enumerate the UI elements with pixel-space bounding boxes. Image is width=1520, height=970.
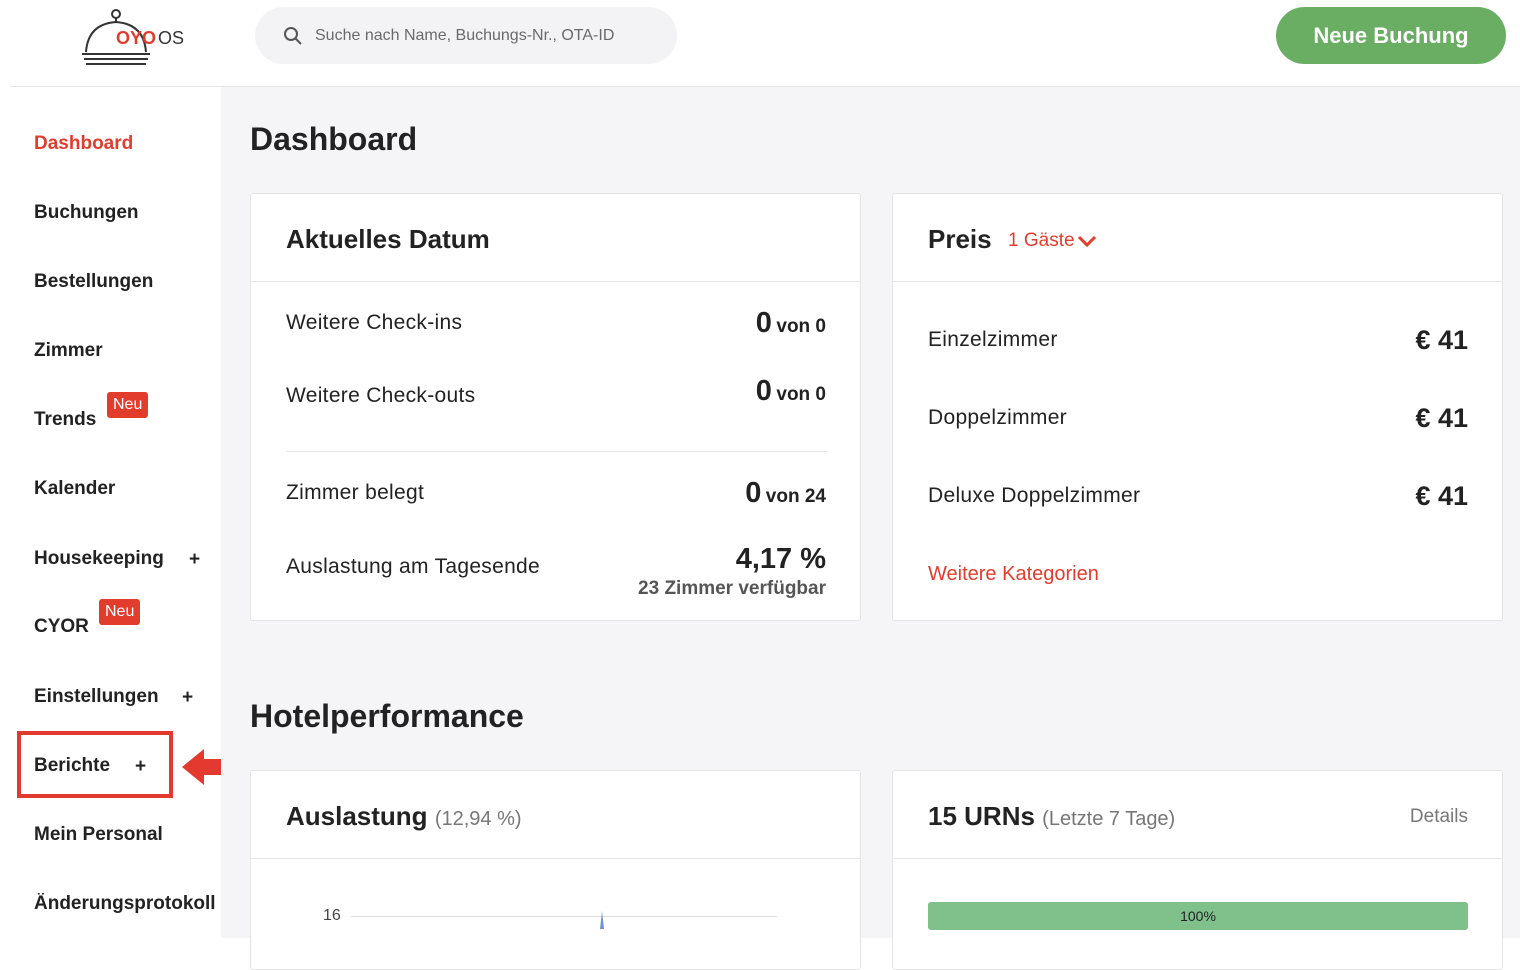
card-header: Preis 1 Gäste	[893, 194, 1502, 282]
new-badge-trends: Neu	[107, 392, 149, 418]
y-axis-tick: 16	[323, 907, 341, 924]
sidebar-item-cyor[interactable]: CYOR	[34, 616, 89, 638]
sidebar: Dashboard Buchungen Bestellungen Zimmer …	[0, 87, 221, 938]
guests-label: 1 Gäste	[1008, 230, 1075, 251]
more-categories-link[interactable]: Weitere Kategorien	[928, 563, 1099, 586]
urn-card: 15 URNs (Letzte 7 Tage) Details 100%	[892, 770, 1503, 970]
details-link[interactable]: Details	[1410, 806, 1468, 828]
rooms-occupied-value: 0 von 24	[745, 477, 826, 510]
occupancy-title: Auslastung	[286, 801, 428, 831]
chart-peak-line	[600, 911, 604, 929]
urn-period: (Letzte 7 Tage)	[1042, 808, 1176, 830]
top-bar: OYOOS Neue Buchung	[0, 0, 1520, 86]
logo-text[interactable]: OYO OS	[116, 28, 184, 49]
rooms-total: von 24	[765, 486, 826, 507]
search-input[interactable]	[315, 26, 675, 45]
rooms-available: 23 Zimmer verfügbar	[638, 578, 826, 599]
new-booking-button[interactable]: Neue Buchung	[1276, 7, 1506, 64]
rooms-count: 0	[745, 477, 762, 509]
card-header: 15 URNs (Letzte 7 Tage) Details	[893, 771, 1502, 859]
sidebar-item-mein-personal[interactable]: Mein Personal	[34, 824, 163, 846]
highlight-box	[17, 731, 173, 798]
card-header: Auslastung (12,94 %)	[251, 771, 860, 859]
price-card: Preis 1 Gäste Einzelzimmer € 41 Doppelzi…	[892, 193, 1503, 621]
room-price: € 41	[1415, 403, 1468, 433]
checkouts-total: von 0	[776, 384, 826, 405]
sidebar-item-aenderungsprotokoll[interactable]: Änderungsprotokoll	[34, 893, 221, 915]
room-price: € 41	[1415, 481, 1468, 511]
sidebar-item-buchungen[interactable]: Buchungen	[34, 202, 139, 224]
expand-plus-icon[interactable]: +	[182, 687, 193, 709]
sidebar-item-zimmer[interactable]: Zimmer	[34, 340, 103, 362]
sidebar-item-bestellungen[interactable]: Bestellungen	[34, 271, 153, 293]
main-content: Dashboard Aktuelles Datum Weitere Check-…	[221, 87, 1520, 970]
section-title-performance: Hotelperformance	[250, 698, 524, 734]
search-bar[interactable]	[255, 7, 677, 64]
checkouts-label: Weitere Check-outs	[286, 384, 476, 407]
room-type-label: Deluxe Doppelzimmer	[928, 484, 1141, 507]
card-title: 15 URNs (Letzte 7 Tage)	[928, 801, 1175, 832]
sidebar-item-dashboard[interactable]: Dashboard	[34, 133, 133, 155]
logo-suffix: OS	[158, 28, 185, 48]
logo-brand: OYO	[116, 28, 157, 48]
divider	[286, 451, 827, 452]
page-title: Dashboard	[250, 121, 418, 157]
expand-plus-icon[interactable]: +	[189, 549, 200, 571]
occupancy-chart-card: Auslastung (12,94 %) 16	[250, 770, 861, 970]
checkouts-count: 0	[755, 375, 772, 407]
card-title: Preis	[928, 224, 992, 254]
room-type-label: Einzelzimmer	[928, 328, 1058, 351]
sidebar-item-trends[interactable]: Trends	[34, 409, 96, 431]
current-date-card: Aktuelles Datum Weitere Check-ins 0 von …	[250, 193, 861, 621]
urn-title: 15 URNs	[928, 801, 1035, 831]
card-header: Aktuelles Datum	[251, 194, 860, 282]
occupancy-percent: (12,94 %)	[434, 808, 522, 830]
checkins-value: 0 von 0	[756, 307, 826, 340]
chevron-down-icon	[1077, 235, 1096, 248]
checkins-label: Weitere Check-ins	[286, 311, 463, 334]
card-title: Auslastung (12,94 %)	[286, 801, 522, 832]
room-type-label: Doppelzimmer	[928, 406, 1067, 429]
room-price: € 41	[1415, 325, 1468, 355]
occupancy-eod-value: 4,17 %	[735, 543, 826, 575]
chart-gridline	[351, 916, 777, 917]
occupancy-eod-label: Auslastung am Tagesende	[286, 555, 541, 578]
sidebar-item-kalender[interactable]: Kalender	[34, 478, 115, 500]
checkins-total: von 0	[776, 316, 826, 337]
checkouts-value: 0 von 0	[756, 375, 826, 408]
card-title: Aktuelles Datum	[286, 224, 490, 254]
progress-label: 100%	[1180, 908, 1216, 924]
search-icon	[284, 26, 302, 45]
rooms-occupied-label: Zimmer belegt	[286, 481, 425, 504]
new-badge-cyor: Neu	[99, 599, 141, 625]
checkins-count: 0	[755, 307, 772, 339]
sidebar-item-housekeeping[interactable]: Housekeeping	[34, 548, 164, 570]
urn-progress-bar: 100%	[928, 902, 1468, 930]
sidebar-item-einstellungen[interactable]: Einstellungen	[34, 686, 159, 708]
guests-dropdown[interactable]: 1 Gäste	[1008, 230, 1097, 252]
